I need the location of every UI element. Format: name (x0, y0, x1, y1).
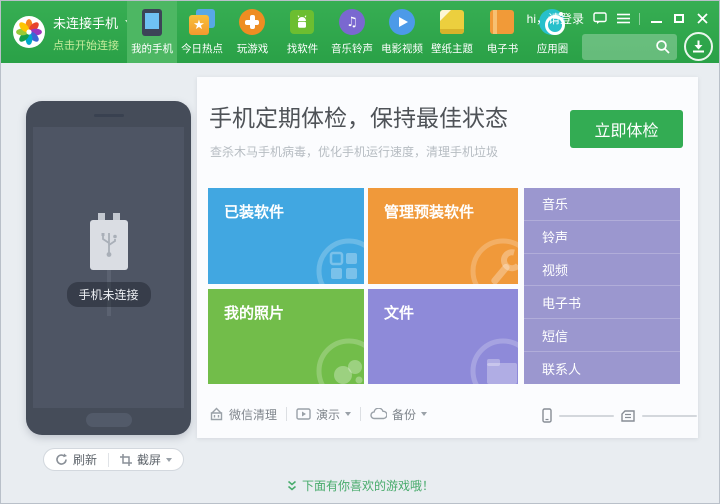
my-phone-icon (142, 9, 162, 36)
divider (639, 13, 640, 25)
tab-games[interactable]: 玩游戏 (227, 1, 277, 63)
screenshot-button[interactable]: 截屏 (109, 449, 183, 470)
download-manager-button[interactable] (684, 32, 713, 61)
wechat-clean-button[interactable]: 微信清理 (209, 406, 277, 423)
games-hint-row: 下面有你喜欢的游戏哦！ (1, 477, 719, 495)
window-controls: hi，请登录 (527, 10, 709, 27)
app-window: 未连接手机 点击开始连接 我的手机 ★ 今日热点 玩游戏 (0, 0, 720, 504)
tab-wallpaper-themes[interactable]: 壁纸主题 (427, 1, 477, 63)
page-title: 手机定期体检，保持最佳状态 (209, 99, 508, 133)
broom-icon (209, 407, 224, 421)
connection-hint[interactable]: 点击开始连接 (53, 37, 133, 53)
tile-my-photos[interactable]: 我的照片 (208, 289, 364, 384)
photos-icon (301, 323, 364, 384)
gamepad-icon (239, 9, 265, 35)
close-button[interactable] (695, 12, 709, 26)
chevron-down-icon (166, 458, 172, 462)
sidebar-item-ebooks[interactable]: 电子书 (524, 286, 680, 319)
search-icon[interactable] (655, 39, 671, 60)
backup-button[interactable]: 备份 (370, 406, 427, 423)
sidebar-item-videos[interactable]: 视频 (524, 254, 680, 287)
phone-status-badge: 手机未连接 (66, 282, 150, 307)
tab-music-ringtones[interactable]: ♫ 音乐铃声 (327, 1, 377, 63)
sidebar-item-sms[interactable]: 短信 (524, 319, 680, 352)
chevron-down-icon (421, 412, 427, 416)
demo-play-icon (296, 408, 311, 420)
tab-movies-video[interactable]: 电影视频 (377, 1, 427, 63)
tab-today-hot[interactable]: ★ 今日热点 (177, 1, 227, 63)
hot-star-icon: ★ (189, 9, 215, 35)
phone-storage-icon (542, 408, 552, 423)
connection-area: 未连接手机 点击开始连接 (53, 13, 133, 53)
tile-preinstalled-software[interactable]: 管理预装软件 (368, 188, 518, 284)
minimize-button[interactable] (649, 12, 663, 26)
wallpaper-icon (440, 10, 464, 34)
cloud-icon (370, 408, 387, 420)
android-icon (290, 10, 314, 34)
phone-illustration: 手机未连接 (26, 101, 191, 435)
checkup-now-button[interactable]: 立即体检 (570, 110, 683, 148)
refresh-icon (55, 453, 68, 466)
feature-tiles: 已装软件 管理预装软件 (208, 188, 518, 384)
crop-icon (120, 454, 132, 466)
sdcard-storage-bar (642, 415, 697, 417)
wrench-icon (455, 223, 518, 284)
refresh-button[interactable]: 刷新 (44, 449, 108, 470)
ebook-icon (490, 10, 514, 34)
login-link[interactable]: hi，请登录 (527, 10, 584, 27)
connection-status-dropdown[interactable]: 未连接手机 (53, 13, 133, 32)
folder-icon (455, 323, 518, 384)
tab-my-phone[interactable]: 我的手机 (127, 1, 177, 63)
connection-status-text: 未连接手机 (53, 13, 118, 32)
apps-grid-icon (301, 223, 364, 284)
tab-ebooks[interactable]: 电子书 (477, 1, 527, 63)
sdcard-storage-icon (621, 410, 635, 422)
tab-software[interactable]: 找软件 (277, 1, 327, 63)
tile-files[interactable]: 文件 (368, 289, 518, 384)
double-chevron-down-icon (286, 480, 298, 492)
play-circle-icon (389, 9, 415, 35)
feedback-chat-icon[interactable] (593, 12, 607, 26)
demo-button[interactable]: 演示 (296, 406, 351, 423)
sidebar-item-ringtones[interactable]: 铃声 (524, 221, 680, 254)
search-area (582, 34, 677, 60)
nav-tabs: 我的手机 ★ 今日热点 玩游戏 找软件 ♫ 音乐铃声 (127, 1, 577, 63)
topbar: 未连接手机 点击开始连接 我的手机 ★ 今日热点 玩游戏 (1, 1, 719, 63)
panel-toolbar: 微信清理 演示 备份 (209, 403, 427, 425)
page-subtitle: 查杀木马手机病毒，优化手机运行速度，清理手机垃圾 (210, 143, 498, 160)
sidebar-item-music[interactable]: 音乐 (524, 188, 680, 221)
divider (360, 407, 361, 421)
tile-installed-software[interactable]: 已装软件 (208, 188, 364, 284)
sidebar-item-contacts[interactable]: 联系人 (524, 352, 680, 384)
content-side-list: 音乐 铃声 视频 电子书 短信 联系人 (524, 188, 680, 384)
phone-storage-bar (559, 415, 614, 417)
games-hint-link[interactable]: 下面有你喜欢的游戏哦！ (286, 477, 434, 494)
music-note-icon: ♫ (339, 9, 365, 35)
phone-speaker (94, 114, 124, 117)
app-logo-icon[interactable] (13, 16, 45, 48)
main-menu-icon[interactable] (616, 12, 630, 26)
phone-home-button (86, 413, 132, 427)
maximize-button[interactable] (672, 12, 686, 26)
storage-indicators (542, 408, 697, 423)
download-icon (692, 40, 705, 53)
divider (286, 407, 287, 421)
phone-actions: 刷新 截屏 (43, 448, 184, 471)
chevron-down-icon (345, 412, 351, 416)
main-panel: 手机定期体检，保持最佳状态 查杀木马手机病毒，优化手机运行速度，清理手机垃圾 立… (197, 77, 698, 438)
